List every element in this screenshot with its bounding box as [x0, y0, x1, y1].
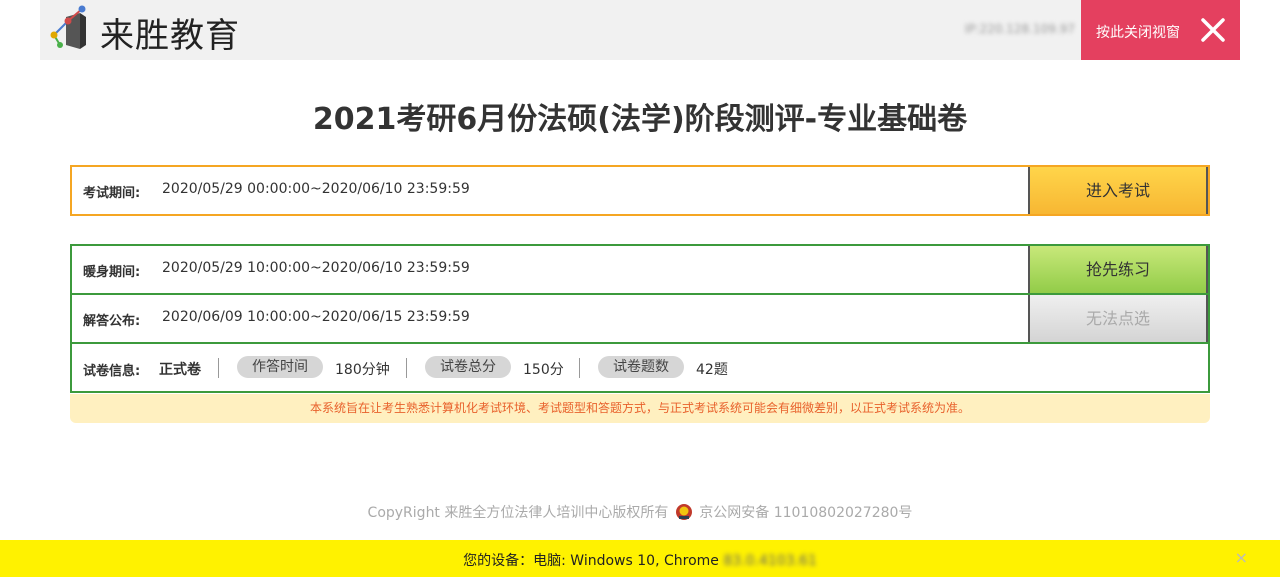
close-icon — [1201, 18, 1225, 42]
logo-icon — [50, 5, 86, 49]
device-bar-close-icon[interactable]: × — [1235, 548, 1248, 567]
total-score-value: 150分 — [523, 362, 564, 378]
exam-period-value: 2020/05/29 00:00:00~2020/06/10 23:59:59 — [162, 181, 470, 197]
paper-info-row: 试卷信息: 正式卷 作答时间 180分钟 试卷总分 150分 试卷题数 42题 — [72, 344, 1208, 393]
answer-release-value: 2020/06/09 10:00:00~2020/06/15 23:59:59 — [162, 309, 470, 325]
exam-period-label: 考试期间: — [83, 186, 141, 201]
exam-period-box: 考试期间: 2020/05/29 00:00:00~2020/06/10 23:… — [70, 165, 1210, 216]
unavailable-button: 无法点选 — [1028, 295, 1208, 342]
warmup-period-value: 2020/05/29 10:00:00~2020/06/10 23:59:59 — [162, 260, 470, 276]
warmup-period-label: 暖身期间: — [83, 265, 141, 280]
answer-release-label: 解答公布: — [83, 314, 141, 329]
divider — [579, 358, 580, 378]
question-count-value: 42题 — [696, 362, 728, 378]
system-notice: 本系统旨在让考生熟悉计算机化考试环境、考试题型和答题方式，与正式考试系统可能会有… — [70, 394, 1210, 423]
close-window-button[interactable]: 按此关闭视窗 — [1081, 0, 1240, 60]
enter-exam-button[interactable]: 进入考试 — [1028, 167, 1208, 214]
police-badge-icon — [675, 504, 692, 520]
paper-type: 正式卷 — [159, 362, 201, 378]
exam-period-row: 考试期间: 2020/05/29 00:00:00~2020/06/10 23:… — [72, 167, 1208, 214]
total-score-pill: 试卷总分 — [425, 356, 511, 378]
icp-record-link[interactable]: 京公网安备 11010802027280号 — [699, 505, 912, 521]
header: 来胜教育 IP:220.128.109.97 按此关闭视窗 — [40, 0, 1240, 60]
answer-release-row: 解答公布: 2020/06/09 10:00:00~2020/06/15 23:… — [72, 295, 1208, 344]
exam-details-box: 暖身期间: 2020/05/29 10:00:00~2020/06/10 23:… — [70, 244, 1210, 393]
device-info-text: 您的设备：电脑: Windows 10, Chrome 83.0.4103.61 — [0, 550, 1280, 570]
warmup-period-row: 暖身期间: 2020/05/29 10:00:00~2020/06/10 23:… — [72, 246, 1208, 295]
ip-address: IP:220.128.109.97 — [964, 22, 1075, 36]
practice-button[interactable]: 抢先练习 — [1028, 246, 1208, 293]
question-count-pill: 试卷题数 — [598, 356, 684, 378]
footer: CopyRight 来胜全方位法律人培训中心版权所有 京公网安备 1101080… — [0, 502, 1280, 522]
device-info-bar: 您的设备：电脑: Windows 10, Chrome 83.0.4103.61… — [0, 540, 1280, 577]
divider — [406, 358, 407, 378]
brand-name: 来胜教育 — [100, 16, 240, 56]
divider — [218, 358, 219, 378]
device-info-prefix: 您的设备：电脑: Windows 10, Chrome — [463, 553, 719, 569]
page-title: 2021考研6月份法硕(法学)阶段测评-专业基础卷 — [312, 102, 968, 137]
paper-info-label: 试卷信息: — [83, 364, 141, 379]
close-window-label: 按此关闭视窗 — [1096, 25, 1180, 41]
browser-version: 83.0.4103.61 — [723, 553, 817, 569]
answer-time-pill: 作答时间 — [237, 356, 323, 378]
answer-time-value: 180分钟 — [335, 362, 390, 378]
copyright-text: CopyRight 来胜全方位法律人培训中心版权所有 — [367, 505, 669, 521]
